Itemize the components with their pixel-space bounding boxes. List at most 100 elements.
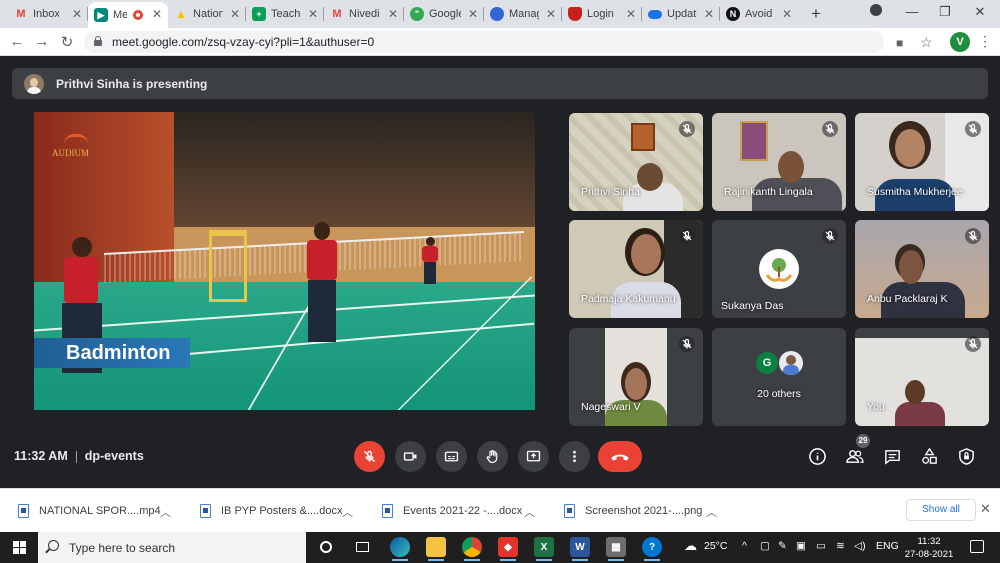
- edge-icon[interactable]: [390, 537, 410, 561]
- participant-tile-self[interactable]: You: [855, 328, 989, 426]
- close-icon[interactable]: ✕: [468, 7, 478, 21]
- camera-toggle-button[interactable]: [395, 441, 426, 472]
- address-bar[interactable]: meet.google.com/zsq-vzay-cyi?pli=1&authu…: [84, 31, 933, 53]
- calculator-icon[interactable]: ▦: [606, 537, 626, 561]
- browser-tab-gmail-nivedita[interactable]: M Nivedi ✕: [324, 2, 404, 26]
- show-all-button[interactable]: Show all: [906, 499, 976, 521]
- restore-button[interactable]: ❐: [935, 4, 955, 20]
- close-icon[interactable]: ✕: [152, 7, 162, 21]
- participant-tile[interactable]: Prithvi Sinha: [569, 113, 703, 211]
- browser-tab-gmail-inbox[interactable]: M Inbox ( ✕: [8, 2, 88, 26]
- recording-icon: [133, 10, 143, 20]
- raise-hand-button[interactable]: [477, 441, 508, 472]
- participant-tile[interactable]: Rajinikanth Lingala: [712, 113, 846, 211]
- chevron-up-icon[interactable]: ︿: [342, 504, 353, 520]
- close-icon[interactable]: ✕: [230, 7, 240, 21]
- taskbar-clock[interactable]: 11:32 27-08-2021: [904, 535, 954, 561]
- windows-start-icon[interactable]: [13, 541, 26, 554]
- download-item[interactable]: Screenshot 2021-....png: [564, 501, 702, 521]
- back-button[interactable]: ←: [8, 33, 26, 50]
- browser-tab-google[interactable]: " Google ✕: [404, 2, 484, 26]
- close-icon[interactable]: ✕: [980, 501, 991, 517]
- battery-saver-icon[interactable]: ▢: [760, 540, 770, 552]
- close-icon[interactable]: ✕: [782, 7, 792, 21]
- file-explorer-icon[interactable]: [426, 537, 446, 561]
- search-icon: [48, 540, 59, 551]
- weather-temp[interactable]: 25°C: [704, 540, 727, 552]
- browser-tab-sheets[interactable]: + Teache ✕: [246, 2, 324, 26]
- close-icon[interactable]: ✕: [388, 7, 398, 21]
- browser-tab-drive[interactable]: ▲ Nation ✕: [168, 2, 246, 26]
- chevron-up-icon[interactable]: ︿: [160, 504, 171, 520]
- browser-toolbar: ← → ↻ meet.google.com/zsq-vzay-cyi?pli=1…: [0, 28, 1000, 56]
- camera-icon[interactable]: ■: [896, 36, 903, 50]
- bookmark-star-icon[interactable]: ☆: [920, 34, 933, 51]
- download-item[interactable]: Events 2021-22 -....docx: [382, 501, 522, 521]
- participant-tile[interactable]: Sukanya Das: [712, 220, 846, 318]
- excel-icon[interactable]: X: [534, 537, 554, 561]
- browser-menu-icon[interactable]: ⋮: [978, 33, 992, 50]
- close-icon[interactable]: ✕: [308, 7, 318, 21]
- avatar: [779, 351, 803, 375]
- cloud-weather-icon[interactable]: ☁: [684, 538, 697, 554]
- chat-button[interactable]: [881, 445, 903, 467]
- cortana-icon[interactable]: [316, 537, 336, 557]
- reload-button[interactable]: ↻: [58, 33, 76, 51]
- volume-icon[interactable]: ◁): [854, 540, 866, 552]
- anydesk-icon[interactable]: ◆: [498, 537, 518, 561]
- word-icon[interactable]: W: [570, 537, 590, 561]
- close-icon[interactable]: ✕: [704, 7, 714, 21]
- video-caption: Badminton: [34, 338, 191, 368]
- shield-icon: [568, 7, 582, 21]
- participant-tile-others[interactable]: G 20 others: [712, 328, 846, 426]
- presentation-video[interactable]: AUDIUM Badminton: [34, 112, 535, 410]
- close-icon[interactable]: ✕: [626, 7, 636, 21]
- wifi-icon[interactable]: ≋: [836, 540, 845, 552]
- close-icon[interactable]: ✕: [72, 7, 82, 21]
- leave-call-button[interactable]: [598, 441, 642, 472]
- cloud-icon: [648, 9, 662, 19]
- people-button[interactable]: [843, 445, 865, 467]
- notification-center-icon[interactable]: [970, 540, 984, 553]
- minimize-button[interactable]: —: [902, 4, 922, 19]
- participant-tile[interactable]: Nageswari V: [569, 328, 703, 426]
- chevron-up-icon[interactable]: ︿: [706, 504, 717, 520]
- mic-toggle-button[interactable]: [354, 441, 385, 472]
- security-icon[interactable]: ▣: [796, 540, 806, 552]
- task-view-icon[interactable]: [352, 537, 372, 557]
- show-hidden-icons-chevron-icon[interactable]: ^: [742, 540, 747, 552]
- avatar: [24, 74, 44, 94]
- present-screen-button[interactable]: [518, 441, 549, 472]
- download-item[interactable]: IB PYP Posters &....docx: [200, 501, 342, 521]
- browser-tab-avoid[interactable]: N Avoid ✕: [720, 2, 798, 26]
- tab-search-button[interactable]: [866, 4, 886, 19]
- browser-tab-login[interactable]: Login ✕: [562, 2, 642, 26]
- chrome-icon[interactable]: [462, 537, 482, 561]
- close-icon[interactable]: ✕: [546, 7, 556, 21]
- captions-button[interactable]: [436, 441, 467, 472]
- browser-tab-update[interactable]: Update ✕: [642, 2, 720, 26]
- forward-button[interactable]: →: [33, 33, 51, 50]
- meeting-details-button[interactable]: [806, 445, 828, 467]
- profile-avatar[interactable]: V: [950, 32, 970, 52]
- participant-tile[interactable]: Susmitha Mukherjee: [855, 113, 989, 211]
- chevron-up-icon[interactable]: ︿: [524, 504, 535, 520]
- close-window-button[interactable]: ✕: [970, 4, 990, 20]
- new-tab-button[interactable]: +: [806, 4, 826, 24]
- activities-button[interactable]: [918, 445, 940, 467]
- help-icon[interactable]: ?: [642, 537, 662, 561]
- pen-icon[interactable]: ✎: [778, 540, 787, 552]
- browser-tab-meet[interactable]: ▶ Me ✕: [88, 2, 168, 28]
- file-icon: [18, 504, 29, 518]
- host-controls-button[interactable]: [955, 445, 977, 467]
- lock-icon[interactable]: [94, 36, 102, 46]
- battery-icon[interactable]: ▭: [816, 540, 826, 552]
- more-options-button[interactable]: [559, 441, 590, 472]
- participant-tile[interactable]: Padmaja Kakumanu: [569, 220, 703, 318]
- language-indicator[interactable]: ENG: [876, 540, 899, 552]
- taskbar-search-box[interactable]: Type here to search: [38, 532, 306, 563]
- participant-tile[interactable]: Anbu Packlaraj K: [855, 220, 989, 318]
- browser-tab-manage[interactable]: Manag ✕: [484, 2, 562, 26]
- download-item[interactable]: NATIONAL SPOR....mp4: [18, 501, 161, 521]
- phone-hangup-icon: [611, 454, 629, 460]
